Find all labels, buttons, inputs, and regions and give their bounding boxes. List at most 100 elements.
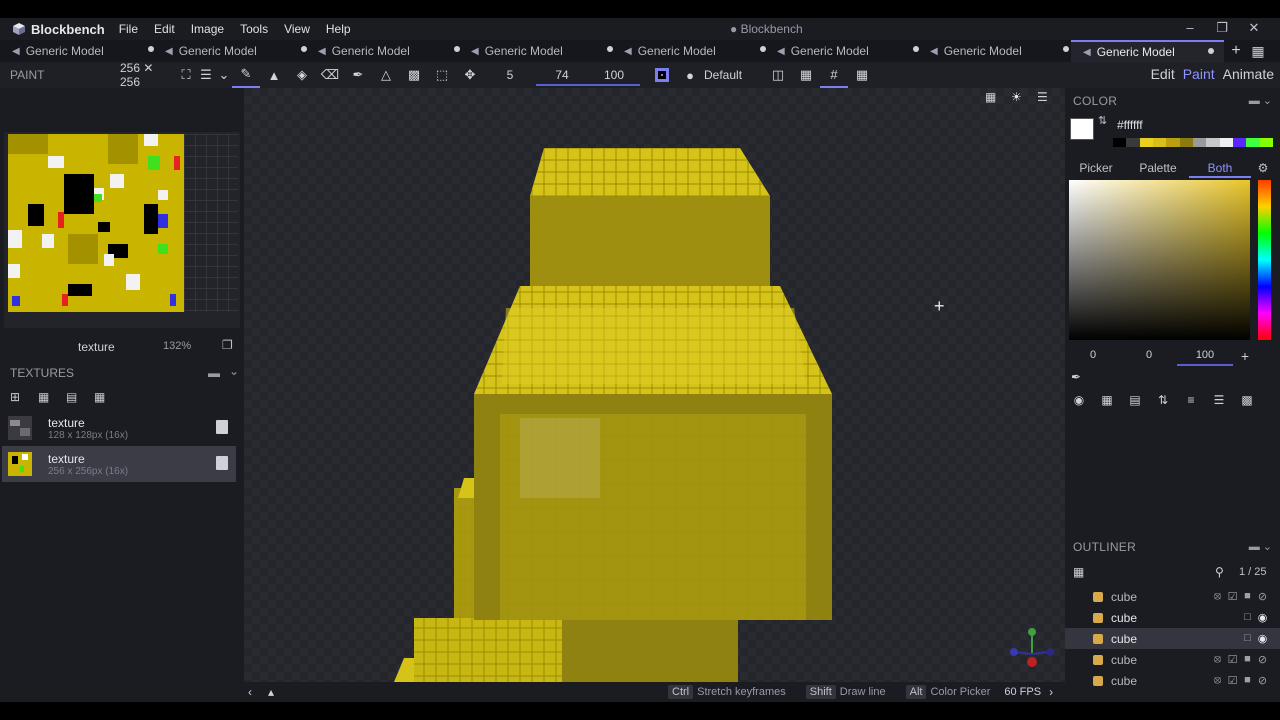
palette-swatch[interactable] bbox=[1192, 138, 1207, 147]
brush-tool-icon[interactable]: ✎ bbox=[232, 62, 260, 88]
generate-palette-icon[interactable]: ▤ bbox=[1121, 393, 1149, 407]
unsaved-dot-icon[interactable] bbox=[301, 46, 307, 52]
unsaved-dot-icon[interactable] bbox=[760, 46, 766, 52]
lock-icon[interactable]: ■ bbox=[1240, 653, 1255, 666]
shape-tool-icon[interactable]: △ bbox=[372, 62, 400, 88]
palette-swatch[interactable] bbox=[1232, 138, 1247, 147]
outliner-cube-row-selected[interactable]: cube □ ◉ bbox=[1065, 628, 1280, 649]
project-tab-active[interactable]: ◀ Generic Model bbox=[1071, 40, 1224, 62]
layout-icon[interactable]: ▦ bbox=[848, 62, 876, 88]
outliner-cube-row[interactable]: cube ⦻ ☑ ■ ⊘ bbox=[1065, 670, 1280, 691]
project-tab[interactable]: ◀ Generic Model bbox=[0, 40, 153, 62]
project-tab[interactable]: ◀ Generic Model bbox=[301, 40, 459, 62]
stamp-tool-icon[interactable]: ▲ bbox=[260, 62, 288, 88]
primary-color-swatch[interactable] bbox=[1070, 118, 1094, 140]
add-group-icon[interactable]: ▦ bbox=[1073, 565, 1084, 579]
lock-icon[interactable]: ■ bbox=[1240, 674, 1255, 687]
chevron-down-icon[interactable]: ⌄ bbox=[216, 62, 232, 88]
collapse-icon[interactable]: ▬ bbox=[208, 366, 220, 380]
timeline-marker-icon[interactable]: ▴ bbox=[268, 685, 288, 699]
palette-swatch[interactable] bbox=[1206, 138, 1220, 147]
palette-swatch[interactable] bbox=[1152, 138, 1167, 147]
unlock-icon[interactable]: □ bbox=[1240, 632, 1255, 645]
fullscreen-icon[interactable]: ⛶ bbox=[176, 62, 196, 88]
unsaved-dot-icon[interactable] bbox=[913, 46, 919, 52]
save-icon[interactable] bbox=[216, 456, 228, 470]
copy-icon[interactable]: ❐ bbox=[222, 338, 233, 352]
export-toggle-icon[interactable]: ⦻ bbox=[1210, 674, 1225, 687]
atlas-icon[interactable]: ▦ bbox=[94, 390, 122, 404]
mode-animate[interactable]: Animate bbox=[1223, 66, 1274, 82]
hidden-eye-icon[interactable]: ⊘ bbox=[1255, 590, 1270, 603]
texture-list-item[interactable]: texture 128 x 128px (16x) bbox=[2, 410, 236, 446]
brush-opacity-field[interactable]: 74 bbox=[536, 64, 588, 86]
close-icon[interactable]: ✕ bbox=[1238, 20, 1270, 36]
open-folder-icon[interactable]: ▤ bbox=[66, 390, 94, 404]
chevron-down-icon[interactable]: ⌄ bbox=[229, 364, 239, 378]
unsaved-dot-icon[interactable] bbox=[607, 46, 613, 52]
fill-tool-icon[interactable]: ◈ bbox=[288, 62, 316, 88]
palette-icon[interactable]: ◉ bbox=[1065, 393, 1093, 407]
add-texture-icon[interactable]: ⊞ bbox=[10, 390, 38, 404]
import-palette-icon[interactable]: ▦ bbox=[1093, 393, 1121, 407]
eye-icon[interactable]: ◉ bbox=[1255, 611, 1270, 624]
unsaved-dot-icon[interactable] bbox=[148, 46, 154, 52]
tab-overview-icon[interactable]: ▦ bbox=[1248, 40, 1268, 62]
sort-icon[interactable]: ⇅ bbox=[1149, 393, 1177, 407]
check-icon[interactable]: ☑ bbox=[1225, 674, 1240, 687]
palette-swatch[interactable] bbox=[1246, 138, 1260, 147]
brush-size-field[interactable]: 5 bbox=[484, 64, 536, 86]
project-tab[interactable]: ◀ Generic Model bbox=[760, 40, 918, 62]
brush-softness-field[interactable]: 100 bbox=[588, 64, 640, 86]
3d-viewport[interactable]: + ▦ ☀ ☰ bbox=[244, 88, 1065, 682]
unlock-icon[interactable]: □ bbox=[1240, 611, 1255, 624]
hue-input[interactable]: 0 bbox=[1065, 346, 1121, 366]
palette-swatch[interactable] bbox=[1219, 138, 1233, 147]
list-icon[interactable]: ☰ bbox=[1205, 393, 1233, 407]
menu-view[interactable]: View bbox=[284, 22, 310, 36]
check-icon[interactable]: ☑ bbox=[1225, 653, 1240, 666]
selection-tool-icon[interactable]: ⬚ bbox=[428, 62, 456, 88]
round-brush-icon[interactable]: ● bbox=[676, 62, 704, 88]
menu-edit[interactable]: Edit bbox=[154, 22, 175, 36]
swap-colors-icon[interactable]: ⇅ bbox=[1098, 114, 1107, 127]
gear-icon[interactable]: ⚙ bbox=[1251, 158, 1275, 178]
import-texture-icon[interactable]: ▦ bbox=[38, 390, 66, 404]
value-input[interactable]: 100 bbox=[1177, 346, 1233, 366]
move-tool-icon[interactable]: ✥ bbox=[456, 62, 484, 88]
new-tab-icon[interactable]: + bbox=[1224, 40, 1248, 62]
menu-help[interactable]: Help bbox=[326, 22, 351, 36]
saturation-value-picker[interactable] bbox=[1069, 180, 1250, 340]
hidden-eye-icon[interactable]: ⊘ bbox=[1255, 674, 1270, 687]
unsaved-dot-icon[interactable] bbox=[454, 46, 460, 52]
lock-icon[interactable]: ■ bbox=[1240, 590, 1255, 603]
color-picker-icon[interactable]: ✒ bbox=[344, 62, 372, 88]
save-icon[interactable] bbox=[216, 420, 228, 434]
chevron-left-icon[interactable]: ‹ bbox=[248, 685, 268, 699]
hex-color-input[interactable]: #ffffff bbox=[1117, 118, 1143, 132]
menu-file[interactable]: File bbox=[119, 22, 138, 36]
clear-palette-icon[interactable]: ▩ bbox=[1233, 393, 1261, 407]
viewport-menu-icon[interactable]: ☰ bbox=[1037, 90, 1059, 104]
tab-picker[interactable]: Picker bbox=[1065, 158, 1127, 178]
lock-alpha-icon[interactable]: ▦ bbox=[792, 62, 820, 88]
gradient-tool-icon[interactable]: ▩ bbox=[400, 62, 428, 88]
palette-swatch[interactable] bbox=[1166, 138, 1180, 147]
axis-gizmo-icon[interactable] bbox=[1002, 624, 1062, 674]
palette-swatch[interactable] bbox=[1126, 138, 1140, 147]
menu-tools[interactable]: Tools bbox=[240, 22, 268, 36]
check-icon[interactable]: ☑ bbox=[1225, 590, 1240, 603]
hidden-eye-icon[interactable]: ⊘ bbox=[1255, 653, 1270, 666]
background-image-icon[interactable]: ▦ bbox=[985, 90, 1011, 104]
palette-swatch[interactable] bbox=[1179, 138, 1193, 147]
palette-swatch[interactable] bbox=[1139, 138, 1153, 147]
export-toggle-icon[interactable]: ⦻ bbox=[1210, 590, 1225, 603]
mode-edit[interactable]: Edit bbox=[1151, 66, 1175, 82]
add-color-icon[interactable]: + bbox=[1233, 348, 1257, 364]
tab-palette[interactable]: Palette bbox=[1127, 158, 1189, 178]
project-tab[interactable]: ◀ Generic Model bbox=[607, 40, 765, 62]
minimize-icon[interactable]: – bbox=[1174, 20, 1206, 36]
texture-list-item-selected[interactable]: texture 256 x 256px (16x) bbox=[2, 446, 236, 482]
export-toggle-icon[interactable]: ⦻ bbox=[1210, 653, 1225, 666]
project-tab[interactable]: ◀ Generic Model bbox=[454, 40, 612, 62]
